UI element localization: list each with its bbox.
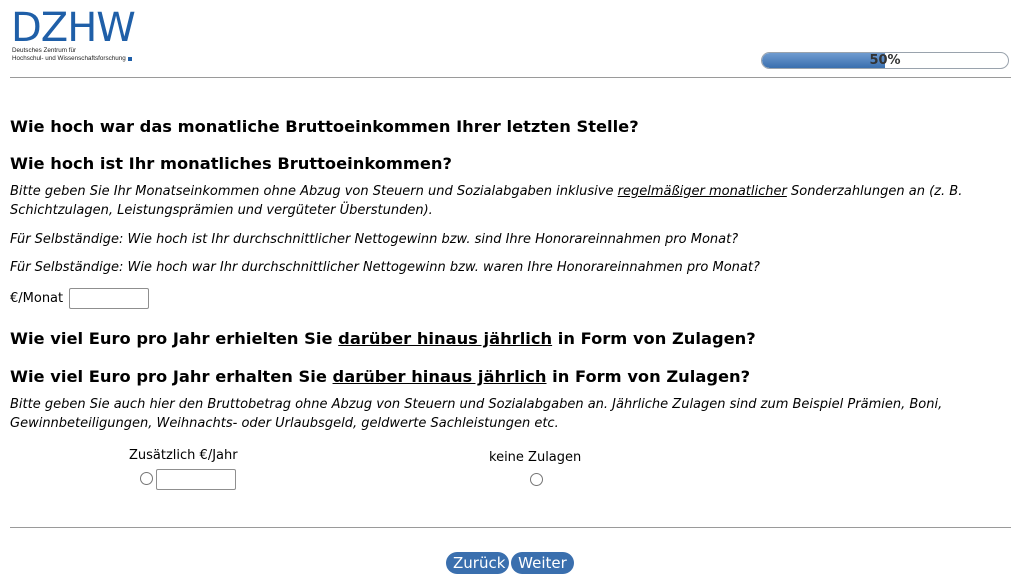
next-button[interactable]: Weiter — [511, 552, 574, 574]
logo-square-icon — [127, 57, 132, 61]
question-bonus-current: Wie viel Euro pro Jahr erhalten Sie darü… — [10, 367, 750, 386]
q2-current-text-2: in Form von Zulagen? — [546, 367, 751, 386]
question-income-hint: Bitte geben Sie Ihr Monatseinkommen ohne… — [10, 182, 1000, 220]
progress-label: 50% — [869, 53, 901, 68]
dzhw-logo: DZHW Deutsches Zentrum für Hochschul- un… — [11, 8, 151, 68]
hint-underlined: regelmäßiger monatlicher — [617, 184, 787, 199]
q2-past-text-1: Wie viel Euro pro Jahr erhielten Sie — [10, 329, 339, 348]
self-employed-hint-past: Für Selbständige: Wie hoch war Ihr durch… — [10, 260, 760, 275]
bonus-amount-radio[interactable] — [140, 472, 153, 485]
no-bonus-label: keine Zulagen — [489, 450, 582, 465]
bonus-amount-input[interactable] — [156, 469, 236, 490]
q2-past-text-2: in Form von Zulagen? — [552, 329, 756, 348]
logo-subline-1: Deutsches Zentrum für — [12, 47, 77, 54]
monthly-income-input[interactable] — [69, 288, 149, 309]
logo-subline: Deutsches Zentrum für Hochschul- und Wis… — [12, 47, 132, 63]
question-income-past: Wie hoch war das monatliche Bruttoeinkom… — [10, 117, 639, 136]
no-bonus-radio[interactable] — [530, 473, 543, 486]
back-button[interactable]: Zurück — [446, 552, 509, 574]
self-employed-hint-current: Für Selbständige: Wie hoch ist Ihr durch… — [10, 232, 739, 247]
logo-wordmark: DZHW — [11, 5, 136, 51]
footer-divider — [10, 527, 1011, 528]
monthly-unit-label: €/Monat — [10, 291, 64, 306]
q2-past-underlined: darüber hinaus jährlich — [338, 329, 553, 348]
logo-subline-2-text: Hochschul- und Wissenschaftsforschung — [12, 55, 126, 62]
q2-current-underlined: darüber hinaus jährlich — [332, 367, 547, 386]
bonus-amount-label: Zusätzlich €/Jahr — [129, 448, 238, 463]
progress-bar: 50% — [761, 52, 1009, 69]
logo-subline-2: Hochschul- und Wissenschaftsforschung — [12, 55, 132, 63]
q2-current-text-1: Wie viel Euro pro Jahr erhalten Sie — [10, 367, 333, 386]
question-bonus-hint: Bitte geben Sie auch hier den Bruttobetr… — [10, 397, 943, 431]
header-divider — [10, 77, 1011, 78]
question-bonus-past: Wie viel Euro pro Jahr erhielten Sie dar… — [10, 329, 756, 348]
question-income-current: Wie hoch ist Ihr monatliches Bruttoeinko… — [10, 154, 452, 173]
hint-text-1: Bitte geben Sie Ihr Monatseinkommen ohne… — [10, 184, 618, 199]
